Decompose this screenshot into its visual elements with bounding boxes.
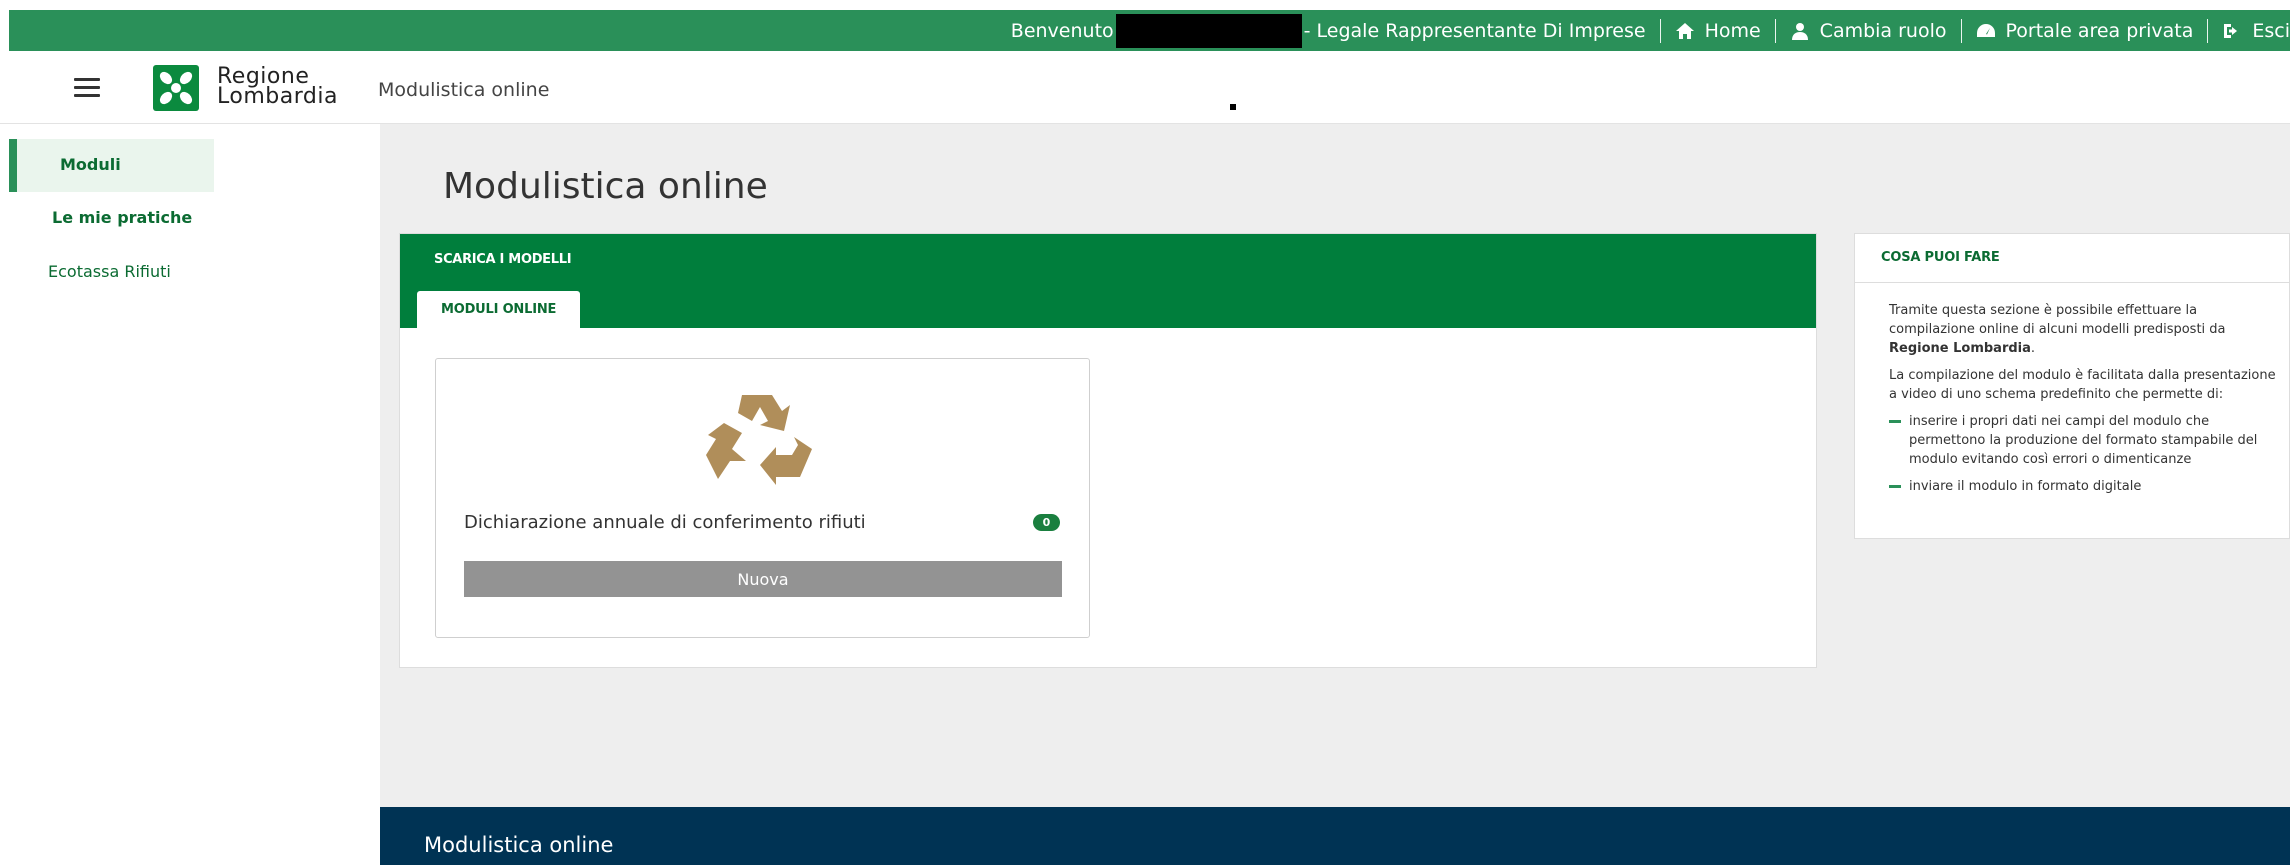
header: Regione Lombardia Modulistica online bbox=[0, 51, 2290, 124]
info-panel: COSA PUOI FARE Tramite questa sezione è … bbox=[1854, 233, 2290, 539]
menu-icon[interactable] bbox=[74, 78, 100, 98]
app-title[interactable]: Modulistica online bbox=[378, 79, 549, 101]
page-title: Modulistica online bbox=[443, 166, 768, 207]
dashboard-icon bbox=[1976, 23, 1995, 37]
change-role-link[interactable]: Cambia ruolo bbox=[1790, 20, 1947, 42]
separator bbox=[1659, 18, 1661, 43]
logout-icon bbox=[2224, 23, 2238, 38]
info-paragraph-1-text: Tramite questa sezione è possibile effet… bbox=[1889, 303, 2226, 337]
count-badge: 0 bbox=[1033, 514, 1060, 531]
logo-text[interactable]: Regione Lombardia bbox=[217, 66, 338, 109]
module-card: Dichiarazione annuale di conferimento ri… bbox=[435, 358, 1090, 638]
tab-moduli-online[interactable]: MODULI ONLINE bbox=[417, 291, 581, 329]
home-link[interactable]: Home bbox=[1675, 20, 1761, 42]
info-panel-title: COSA PUOI FARE bbox=[1881, 250, 2000, 265]
separator bbox=[1774, 18, 1776, 43]
dot-marker bbox=[1230, 104, 1236, 110]
info-paragraph-1-end: . bbox=[2030, 341, 2036, 356]
change-role-label: Cambia ruolo bbox=[1819, 19, 1947, 42]
logout-link[interactable]: Esci bbox=[2222, 20, 2290, 42]
footer: Modulistica online bbox=[380, 807, 2290, 865]
module-name: Dichiarazione annuale di conferimento ri… bbox=[464, 512, 866, 533]
redacted-user-name bbox=[1115, 13, 1302, 48]
main-content: Modulistica online SCARICA I MODELLI MOD… bbox=[380, 124, 2290, 807]
new-button[interactable]: Nuova bbox=[464, 561, 1062, 597]
recycle-icon bbox=[706, 395, 812, 485]
logout-label: Esci bbox=[2252, 19, 2290, 42]
info-panel-header: COSA PUOI FARE bbox=[1855, 234, 2289, 283]
info-paragraph-1: Tramite questa sezione è possibile effet… bbox=[1889, 301, 2284, 358]
info-paragraph-1-bold: Regione Lombardia bbox=[1889, 341, 2031, 356]
download-models-panel: SCARICA I MODELLI MODULI ONLINE Dichiara… bbox=[399, 233, 1817, 668]
top-bar: Benvenuto - Legale Rappresentante Di Imp… bbox=[9, 10, 2290, 51]
private-portal-link[interactable]: Portale area privata bbox=[1976, 19, 2194, 42]
private-portal-label: Portale area privata bbox=[2005, 19, 2194, 42]
info-panel-body: Tramite questa sezione è possibile effet… bbox=[1889, 301, 2284, 504]
sidebar-item-label: Moduli bbox=[60, 155, 121, 174]
home-icon bbox=[1675, 22, 1694, 39]
sidebar-item-moduli[interactable]: Moduli bbox=[9, 139, 214, 192]
home-link-label: Home bbox=[1704, 19, 1761, 42]
welcome-label: Benvenuto bbox=[1010, 19, 1114, 42]
footer-title: Modulistica online bbox=[424, 833, 614, 857]
panel-title: SCARICA I MODELLI bbox=[434, 252, 572, 267]
logo-line-2: Lombardia bbox=[217, 84, 338, 109]
user-role: - Legale Rappresentante Di Imprese bbox=[1303, 19, 1646, 42]
sidebar-item-le-mie-pratiche[interactable]: Le mie pratiche bbox=[52, 208, 192, 227]
separator bbox=[1960, 18, 1962, 43]
welcome-message: Benvenuto - Legale Rappresentante Di Imp… bbox=[1010, 13, 1646, 48]
panel-header: SCARICA I MODELLI MODULI ONLINE bbox=[400, 234, 1816, 329]
user-icon bbox=[1791, 22, 1808, 40]
info-bullet: inserire i propri dati nei campi del mod… bbox=[1889, 412, 2284, 469]
regione-lombardia-logo-icon[interactable] bbox=[153, 65, 199, 111]
sidebar: Moduli Le mie pratiche Ecotassa Rifiuti bbox=[0, 124, 380, 865]
info-bullet: inviare il modulo in formato digitale bbox=[1889, 477, 2284, 496]
top-bar-content: Benvenuto - Legale Rappresentante Di Imp… bbox=[1011, 10, 2290, 51]
separator bbox=[2207, 18, 2209, 43]
sidebar-item-ecotassa-rifiuti[interactable]: Ecotassa Rifiuti bbox=[48, 262, 171, 281]
info-paragraph-2: La compilazione del modulo è facilitata … bbox=[1889, 368, 2276, 402]
